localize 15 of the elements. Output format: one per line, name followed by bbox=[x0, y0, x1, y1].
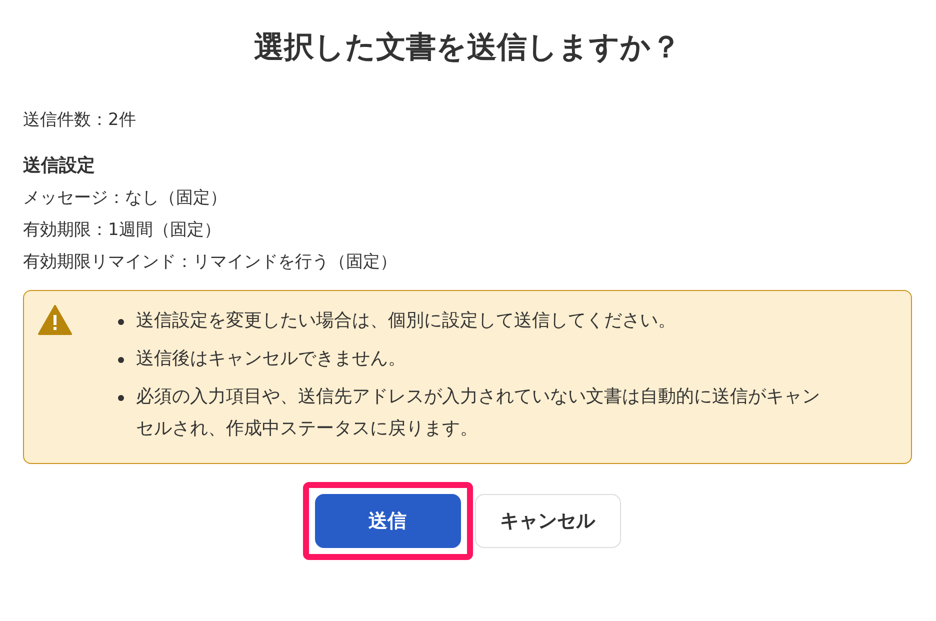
warning-icon bbox=[38, 305, 72, 335]
warning-text: 送信後はキャンセルできません。 bbox=[136, 347, 406, 371]
bullet-icon bbox=[118, 319, 124, 325]
dialog-title: 選択した文書を送信しますか？ bbox=[253, 29, 682, 67]
send-count: 送信件数：2件 bbox=[23, 109, 137, 132]
bullet-icon bbox=[118, 395, 124, 401]
send-button[interactable]: 送信 bbox=[314, 494, 460, 548]
warning-text: 必須の入力項目や、送信先アドレスが入力されていない文書は自動的に送信がキャンセルされ、作成中ステータスに戻ります。 bbox=[136, 385, 821, 441]
cancel-button[interactable]: キャンセル bbox=[474, 494, 620, 548]
settings-heading: 送信設定 bbox=[23, 154, 96, 178]
bullet-icon bbox=[118, 357, 124, 363]
setting-line: 有効期限：1週間（固定） bbox=[23, 219, 222, 242]
warning-text: 送信設定を変更したい場合は、個別に設定して送信してください。 bbox=[136, 309, 676, 333]
setting-line: 有効期限リマインド：リマインドを行う（固定） bbox=[23, 251, 398, 274]
setting-line: メッセージ：なし（固定） bbox=[23, 187, 228, 210]
